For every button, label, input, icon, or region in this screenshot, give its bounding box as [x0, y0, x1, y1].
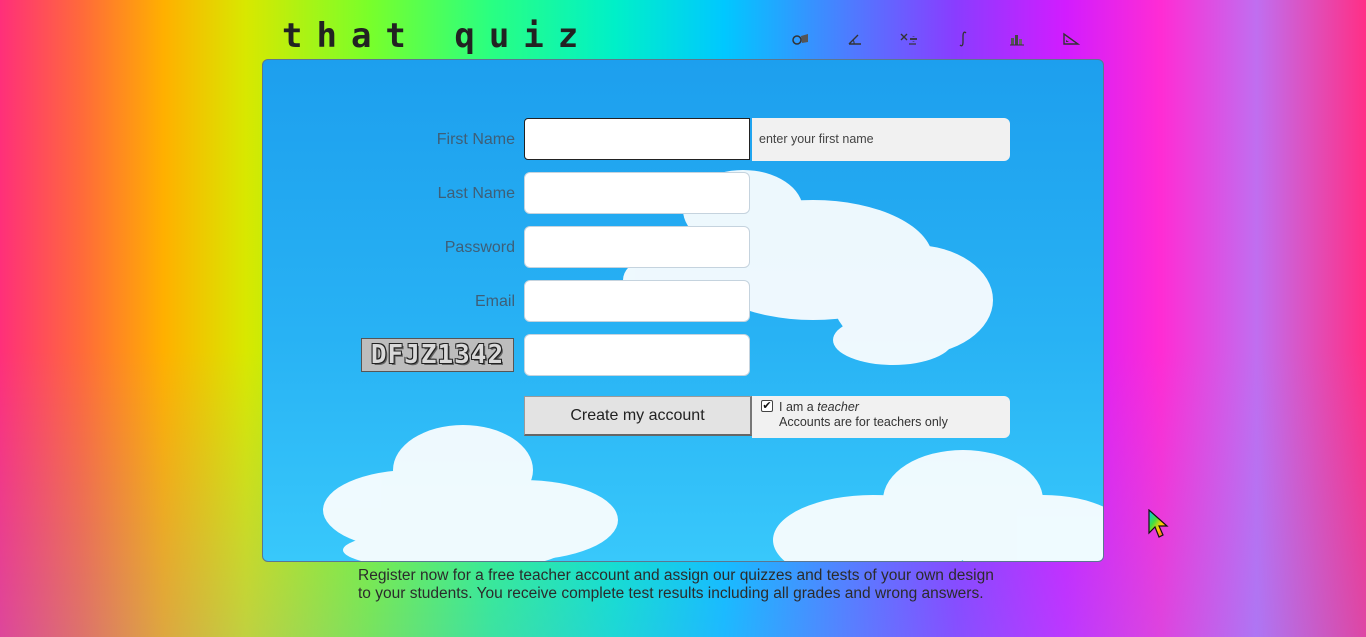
teacher-note: Accounts are for teachers only [779, 415, 948, 429]
email-label: Email [474, 293, 515, 310]
first-name-input[interactable] [524, 118, 750, 160]
site-logo[interactable]: that quiz [282, 16, 592, 56]
captcha-text: DFJZ1342 [370, 340, 505, 370]
first-name-label: First Name [436, 131, 515, 148]
teacher-checkbox-label: I am a teacher [779, 400, 859, 414]
arithmetic-icon[interactable] [900, 28, 918, 50]
last-name-input[interactable] [524, 172, 750, 214]
teacher-checkbox[interactable]: ✔ [761, 400, 773, 412]
topic-nav [792, 28, 1080, 50]
password-input[interactable] [524, 226, 750, 268]
registration-info-text: Register now for a free teacher account … [358, 567, 994, 602]
cloud-decoration [773, 450, 1103, 561]
teacher-option: ✔ I am a teacher Accounts are for teache… [752, 396, 1010, 438]
mouse-cursor [1148, 509, 1169, 538]
triangle-ruler-icon[interactable] [1062, 28, 1080, 50]
email-input[interactable] [524, 280, 750, 322]
graph-icon[interactable] [1008, 28, 1026, 50]
password-label: Password [444, 239, 515, 256]
geometry-angle-icon[interactable] [846, 28, 864, 50]
fractions-icon[interactable] [792, 28, 810, 50]
last-name-label: Last Name [437, 185, 515, 202]
create-account-button[interactable]: Create my account [524, 396, 752, 436]
captcha-input[interactable] [524, 334, 750, 376]
registration-panel: First Name enter your first name Last Na… [262, 59, 1104, 562]
captcha-image: DFJZ1342 [361, 338, 514, 372]
integral-icon[interactable] [954, 28, 972, 50]
first-name-hint: enter your first name [752, 118, 1010, 161]
